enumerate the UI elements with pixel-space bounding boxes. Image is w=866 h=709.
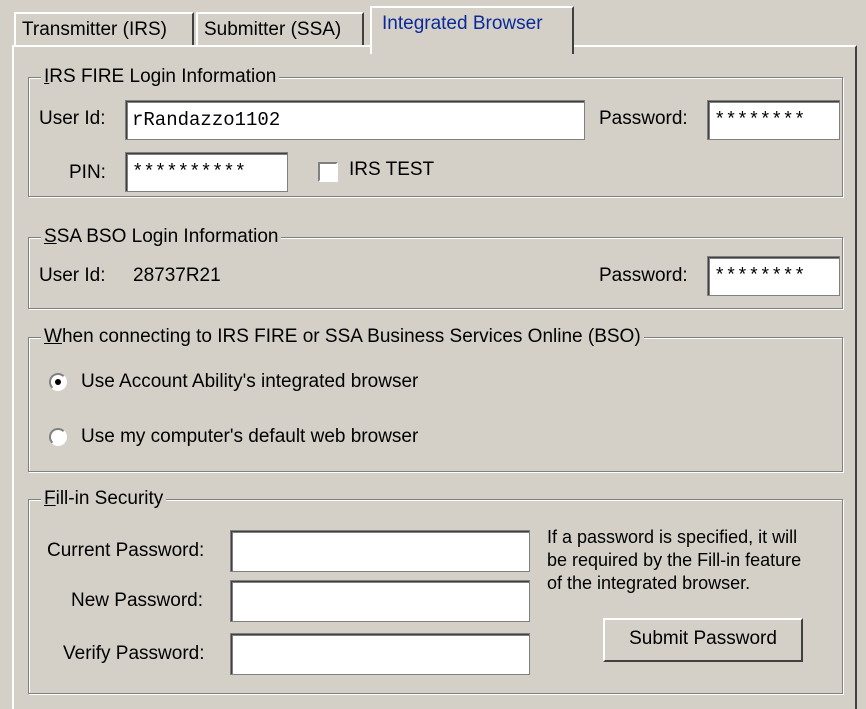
integrated-browser-radio[interactable] xyxy=(49,373,67,391)
ssa-user-id-label: User Id: xyxy=(39,265,106,286)
ssa-password-field[interactable]: ******** xyxy=(707,256,840,296)
radio-selected-dot xyxy=(55,379,61,385)
ssa-user-id-value: 28737R21 xyxy=(133,265,221,286)
irs-test-label: IRS TEST xyxy=(349,159,435,180)
ssa-password-label: Password: xyxy=(599,265,688,286)
tab-label: Transmitter (IRS) xyxy=(22,19,167,40)
irs-password-field[interactable]: ******** xyxy=(707,100,840,140)
tab-label: Submitter (SSA) xyxy=(204,19,342,40)
submit-password-button[interactable]: Submit Password xyxy=(603,618,803,662)
new-password-label: New Password: xyxy=(71,590,203,611)
irs-pin-field[interactable]: ********** xyxy=(125,152,288,192)
fill-in-security-legend: Fill-in Security xyxy=(41,486,167,512)
fill-in-security-group: Fill-in Security Current Password: New P… xyxy=(28,486,843,694)
connect-options-legend: When connecting to IRS FIRE or SSA Busin… xyxy=(41,324,644,350)
verify-password-field[interactable] xyxy=(230,633,530,675)
irs-fire-legend: IRS FIRE Login Information xyxy=(41,64,280,90)
fill-in-note-line-1: If a password is specified, it will xyxy=(547,527,798,547)
connect-options-group: When connecting to IRS FIRE or SSA Busin… xyxy=(28,324,843,472)
integrated-browser-label: Use Account Ability's integrated browser xyxy=(81,371,419,392)
tab-integrated-browser[interactable]: Integrated Browser xyxy=(370,6,574,54)
tab-transmitter-irs[interactable]: Transmitter (IRS) xyxy=(14,12,194,46)
tab-submitter-ssa[interactable]: Submitter (SSA) xyxy=(196,12,364,46)
irs-password-label: Password: xyxy=(599,108,688,129)
irs-user-id-field[interactable]: rRandazzo1102 xyxy=(125,100,585,140)
fill-in-note-line-2: be required by the Fill-in feature xyxy=(547,550,802,570)
ssa-bso-legend: SSA BSO Login Information xyxy=(41,224,282,250)
default-browser-radio[interactable] xyxy=(49,428,67,446)
irs-pin-label: PIN: xyxy=(69,162,106,183)
current-password-label: Current Password: xyxy=(47,540,205,561)
irs-user-id-label: User Id: xyxy=(39,108,106,129)
fill-in-note-line-3: of the integrated browser. xyxy=(547,573,751,593)
current-password-field[interactable] xyxy=(230,530,530,572)
verify-password-label: Verify Password: xyxy=(63,643,205,664)
tab-label: Integrated Browser xyxy=(382,13,543,34)
irs-fire-group: IRS FIRE Login Information User Id: rRan… xyxy=(28,64,843,197)
tab-panel: IRS FIRE Login Information User Id: rRan… xyxy=(12,45,857,709)
default-browser-label: Use my computer's default web browser xyxy=(81,426,419,447)
ssa-bso-group: SSA BSO Login Information User Id: 28737… xyxy=(28,224,843,309)
new-password-field[interactable] xyxy=(230,580,530,622)
irs-test-checkbox[interactable] xyxy=(318,162,338,182)
